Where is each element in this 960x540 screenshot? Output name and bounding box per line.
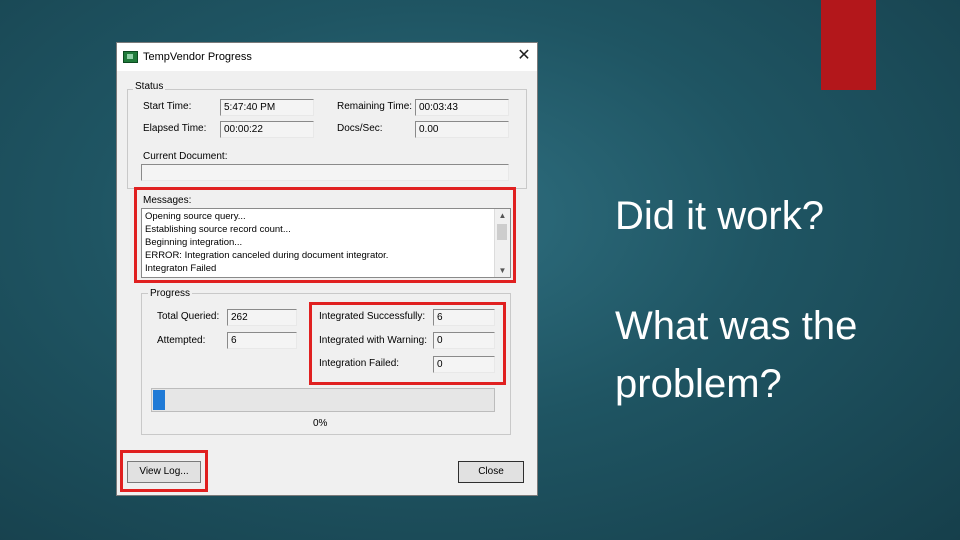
question-problem-line1: What was the <box>615 304 858 348</box>
current-document-field <box>141 164 509 181</box>
window-title: TempVendor Progress <box>143 51 252 63</box>
docs-sec-field: 0.00 <box>415 121 509 138</box>
start-time-label: Start Time: <box>143 101 192 112</box>
current-document-label: Current Document: <box>143 151 228 162</box>
total-queried-label: Total Queried: <box>157 311 220 322</box>
attempted-field: 6 <box>227 332 297 349</box>
elapsed-time-label: Elapsed Time: <box>143 123 207 134</box>
docs-sec-label: Docs/Sec: <box>337 123 383 134</box>
view-log-highlight <box>120 450 208 492</box>
messages-highlight <box>134 187 516 283</box>
progress-bar-fill <box>153 390 165 410</box>
attempted-label: Attempted: <box>157 335 206 346</box>
question-problem-line2: problem? <box>615 362 782 406</box>
app-icon <box>123 51 138 63</box>
status-legend: Status <box>133 81 166 92</box>
close-button[interactable]: Close <box>458 461 524 483</box>
remaining-time-label: Remaining Time: <box>337 101 413 112</box>
question-did-it-work: Did it work? <box>615 194 824 238</box>
remaining-time-field: 00:03:43 <box>415 99 509 116</box>
title-bar[interactable]: TempVendor Progress ✕ <box>117 43 537 71</box>
total-queried-field: 262 <box>227 309 297 326</box>
elapsed-time-field: 00:00:22 <box>220 121 314 138</box>
accent-bar <box>821 0 876 90</box>
results-highlight <box>309 302 506 385</box>
progress-percent: 0% <box>313 418 328 429</box>
start-time-field: 5:47:40 PM <box>220 99 314 116</box>
close-icon[interactable]: ✕ <box>513 45 535 67</box>
progress-legend: Progress <box>148 288 193 299</box>
progress-bar <box>151 388 495 412</box>
